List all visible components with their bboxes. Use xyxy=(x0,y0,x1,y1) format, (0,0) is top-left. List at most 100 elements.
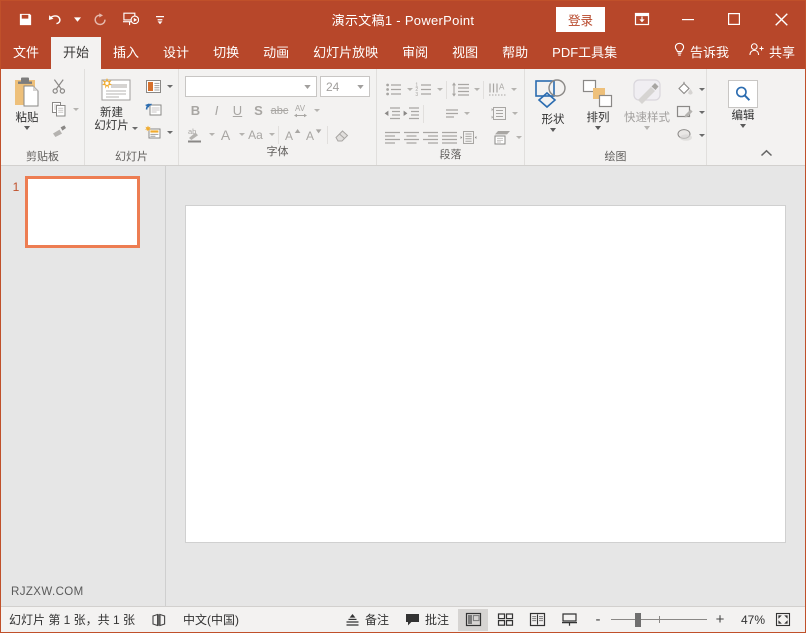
redo-icon[interactable] xyxy=(86,6,114,32)
line-spacing-button[interactable] xyxy=(450,79,471,100)
shape-outline-button[interactable] xyxy=(674,101,696,123)
character-spacing-button[interactable]: AV xyxy=(290,100,311,121)
numbering-dropdown-icon[interactable] xyxy=(437,88,443,91)
slide-count-status[interactable]: 幻灯片 第 1 张，共 1 张 xyxy=(1,607,143,633)
customize-quick-access-icon[interactable] xyxy=(146,6,174,32)
zoom-control[interactable]: - + 47% xyxy=(585,607,805,633)
save-icon[interactable] xyxy=(11,6,39,32)
tab-slideshow[interactable]: 幻灯片放映 xyxy=(301,37,390,69)
zoom-level-label[interactable]: 47% xyxy=(733,613,765,627)
thumbnail-item[interactable]: 1 xyxy=(1,176,165,248)
convert-smartart-graphic-button[interactable] xyxy=(492,127,513,148)
font-color-button[interactable]: A xyxy=(215,124,236,145)
tab-view[interactable]: 视图 xyxy=(440,37,490,69)
align-text-dropdown-icon[interactable] xyxy=(464,112,470,115)
editing-button[interactable]: 编辑 xyxy=(721,78,765,130)
format-painter-button[interactable] xyxy=(48,121,70,143)
numbering-button[interactable]: 123 xyxy=(413,79,434,100)
shape-fill-button[interactable] xyxy=(674,78,696,100)
editing-dropdown-icon[interactable] xyxy=(740,124,746,128)
copy-button[interactable] xyxy=(48,98,70,120)
layout-button[interactable] xyxy=(142,75,164,97)
increase-indent-button[interactable] xyxy=(401,103,419,124)
zoom-slider-handle[interactable] xyxy=(635,612,641,627)
paste-dropdown-icon[interactable] xyxy=(24,126,30,130)
text-highlight-button[interactable]: ab xyxy=(185,124,206,145)
convert-to-smartart-button[interactable] xyxy=(490,103,509,124)
align-center-button[interactable] xyxy=(402,127,421,148)
decrease-font-size-button[interactable]: A xyxy=(303,124,324,145)
fit-to-window-button[interactable] xyxy=(771,612,799,627)
align-text-button[interactable] xyxy=(443,103,461,124)
quick-styles-dropdown-icon[interactable] xyxy=(644,126,650,130)
text-direction-dropdown-icon[interactable] xyxy=(511,88,517,91)
shape-effects-button[interactable] xyxy=(674,124,696,146)
accessibility-checker-button[interactable] xyxy=(143,607,175,633)
cut-button[interactable] xyxy=(48,75,70,97)
maximize-icon[interactable] xyxy=(711,1,757,37)
layout-dropdown-icon[interactable] xyxy=(167,84,173,88)
view-normal-button[interactable] xyxy=(458,608,488,631)
clear-formatting-button[interactable] xyxy=(331,124,352,145)
language-status[interactable]: 中文(中国) xyxy=(175,607,247,633)
undo-dropdown-icon[interactable] xyxy=(71,6,84,32)
undo-icon[interactable] xyxy=(41,6,69,32)
slide-thumbnail-1[interactable] xyxy=(25,176,140,248)
columns-button[interactable] xyxy=(459,127,478,148)
tab-home[interactable]: 开始 xyxy=(51,37,102,69)
decrease-indent-button[interactable] xyxy=(383,103,401,124)
tab-transitions[interactable]: 切换 xyxy=(201,37,251,69)
new-slide-button[interactable]: 新建 幻灯片 xyxy=(90,74,142,135)
new-slide-dropdown-icon[interactable] xyxy=(131,127,138,130)
shape-outline-dropdown-icon[interactable] xyxy=(699,110,705,114)
start-presentation-icon[interactable] xyxy=(116,6,144,32)
line-spacing-dropdown-icon[interactable] xyxy=(474,88,480,91)
arrange-dropdown-icon[interactable] xyxy=(595,126,601,130)
ribbon-display-options-icon[interactable] xyxy=(619,1,665,37)
strikethrough-button[interactable]: abc xyxy=(269,100,290,121)
slide-editing-surface[interactable] xyxy=(185,205,786,543)
zoom-out-button[interactable]: - xyxy=(591,611,605,628)
text-direction-button[interactable]: A xyxy=(487,79,508,100)
collapse-ribbon-icon[interactable] xyxy=(760,145,773,163)
zoom-in-button[interactable]: + xyxy=(713,611,727,628)
sign-in-button[interactable]: 登录 xyxy=(555,6,605,32)
minimize-icon[interactable] xyxy=(665,1,711,37)
section-button[interactable] xyxy=(142,121,164,143)
notes-button[interactable]: 备注 xyxy=(337,607,397,633)
tab-file[interactable]: 文件 xyxy=(1,37,51,69)
section-dropdown-icon[interactable] xyxy=(167,130,173,134)
bold-button[interactable]: B xyxy=(185,100,206,121)
shape-effects-dropdown-icon[interactable] xyxy=(699,133,705,137)
character-spacing-dropdown-icon[interactable] xyxy=(314,109,320,112)
bullets-button[interactable] xyxy=(383,79,404,100)
italic-button[interactable]: I xyxy=(206,100,227,121)
view-reading-button[interactable] xyxy=(522,609,552,631)
view-slideshow-button[interactable] xyxy=(554,609,584,631)
change-case-button[interactable]: Aa xyxy=(245,124,266,145)
font-name-combobox[interactable] xyxy=(185,76,317,97)
quick-styles-button[interactable]: 快速样式 xyxy=(620,76,674,132)
justify-button[interactable] xyxy=(440,127,459,148)
comments-button[interactable]: 批注 xyxy=(397,607,457,633)
convert-smartart-graphic-dropdown-icon[interactable] xyxy=(516,136,522,139)
font-name-dropdown-icon[interactable] xyxy=(300,84,314,89)
smartart-dropdown-icon[interactable] xyxy=(512,112,518,115)
share-button[interactable]: 共享 xyxy=(739,37,805,69)
change-case-dropdown-icon[interactable] xyxy=(269,133,275,136)
underline-button[interactable]: U xyxy=(227,100,248,121)
align-right-button[interactable] xyxy=(421,127,440,148)
close-icon[interactable] xyxy=(757,1,805,37)
font-size-combobox[interactable]: 24 xyxy=(320,76,370,97)
paste-button[interactable]: 粘贴 xyxy=(6,74,48,132)
shapes-dropdown-icon[interactable] xyxy=(550,128,556,132)
tab-help[interactable]: 帮助 xyxy=(490,37,540,69)
tab-animations[interactable]: 动画 xyxy=(251,37,301,69)
slide-thumbnail-pane[interactable]: 1 RJZXW.COM xyxy=(1,166,166,606)
font-size-dropdown-icon[interactable] xyxy=(353,84,367,89)
tab-design[interactable]: 设计 xyxy=(151,37,201,69)
copy-dropdown-icon[interactable] xyxy=(73,107,79,111)
view-slide-sorter-button[interactable] xyxy=(490,609,520,631)
reset-button[interactable] xyxy=(142,98,164,120)
align-left-button[interactable] xyxy=(383,127,402,148)
